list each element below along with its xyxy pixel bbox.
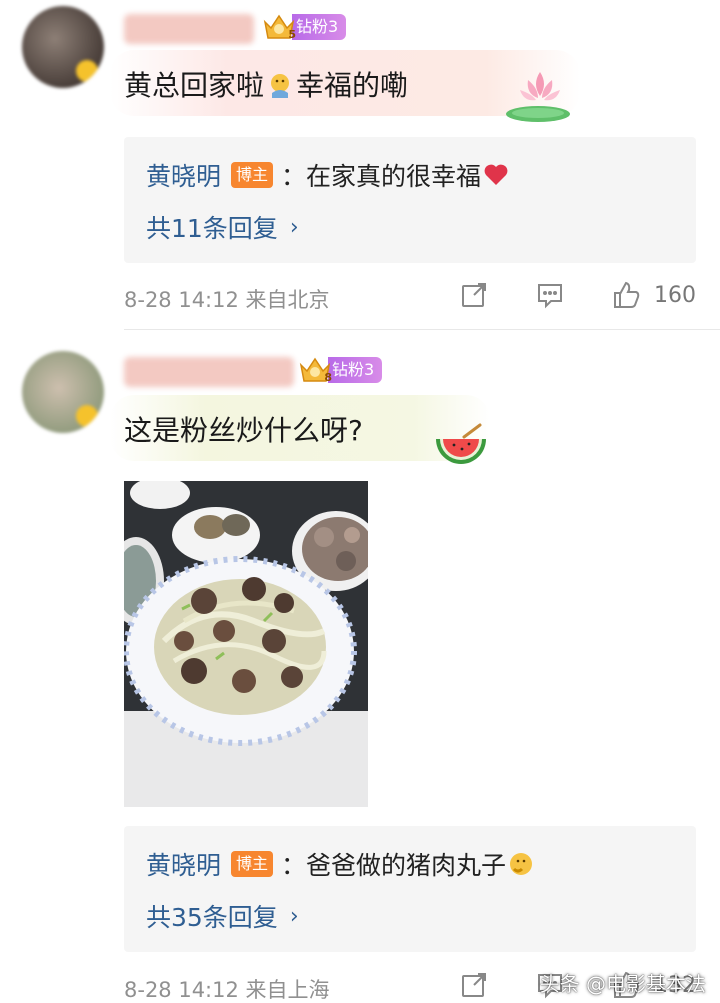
like-count: 160 [654, 282, 696, 308]
chevron-right-icon: › [289, 903, 299, 929]
reply-preview[interactable]: 黄晓明 博主 ：在家真的很幸福 共11条回复 › [124, 137, 696, 263]
crown-icon: 8 [298, 355, 332, 385]
comment-actions: 160 [458, 279, 696, 311]
verified-badge-icon [76, 405, 98, 427]
divider [124, 329, 720, 330]
avatar[interactable] [22, 351, 104, 433]
fan-badge[interactable]: 8 钻粉3 [298, 355, 383, 385]
username-blurred[interactable] [124, 357, 294, 387]
avatar[interactable] [22, 6, 104, 88]
reply-text: ：爸爸做的猪肉丸子 [281, 851, 507, 880]
owner-tag: 博主 [231, 162, 274, 188]
chevron-right-icon: › [289, 214, 299, 240]
comment-1: 5 钻粉3 黄总回家啦 幸福的嘞 黄晓明 博主 ：在家真的很幸福 共11条回复 ›… [0, 0, 720, 330]
username-blurred[interactable] [124, 14, 254, 44]
owner-tag: 博主 [231, 851, 274, 877]
comment-meta: 8-28 14:12 来自北京 [124, 288, 330, 312]
food-photo[interactable] [124, 481, 368, 807]
watermelon-icon [436, 423, 486, 464]
comment-text: 这是粉丝炒什么呀? [124, 414, 363, 447]
pray-emoji-icon [271, 74, 290, 98]
share-icon[interactable] [458, 279, 490, 311]
crown-icon: 5 [262, 12, 296, 42]
comment-meta: 8-28 14:12 来自上海 [124, 978, 330, 1002]
comment-2: 8 钻粉3 这是粉丝炒什么呀? 黄晓明 博主 ：爸爸做的猪肉丸子 共35条回复 … [0, 331, 720, 1003]
reply-preview[interactable]: 黄晓明 博主 ：爸爸做的猪肉丸子 共35条回复 › [124, 826, 696, 952]
view-replies-link[interactable]: 共11条回复 › [146, 209, 299, 245]
heart-icon [484, 164, 508, 185]
reply-text: ：在家真的很幸福 [281, 162, 482, 191]
comment-text: 黄总回家啦 幸福的嘞 [124, 69, 409, 102]
view-replies-link[interactable]: 共35条回复 › [146, 898, 299, 934]
reply-author[interactable]: 黄晓明 [146, 846, 221, 882]
lotus-icon [506, 72, 570, 122]
like-icon[interactable] [610, 279, 642, 311]
fan-badge[interactable]: 5 钻粉3 [262, 12, 347, 42]
comment-icon[interactable] [534, 279, 566, 311]
thinking-emoji-icon [510, 853, 533, 875]
verified-badge-icon [76, 60, 98, 82]
reply-author[interactable]: 黄晓明 [146, 157, 221, 193]
share-icon[interactable] [458, 969, 490, 1001]
watermark: 头条 @电影基本法 [539, 972, 706, 996]
